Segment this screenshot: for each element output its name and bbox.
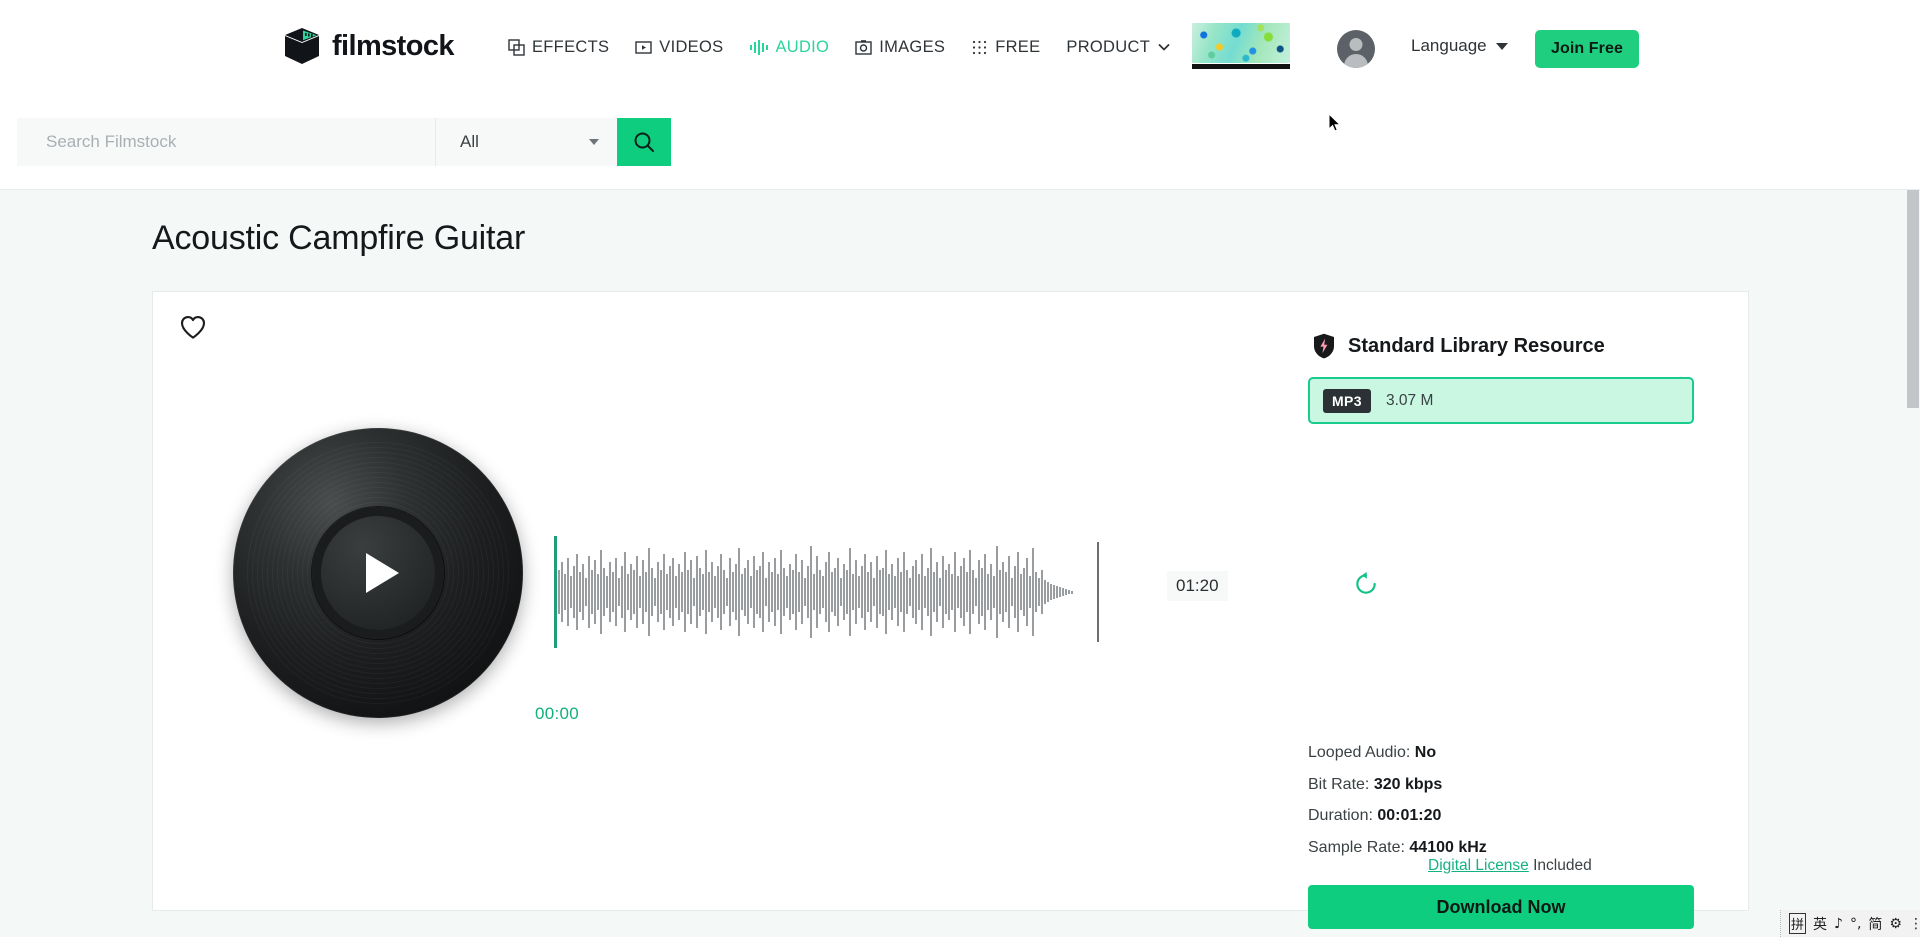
asset-detail-card: 01:20 00:00 Standard Library Resource MP…	[152, 291, 1749, 929]
audio-waveform-icon	[749, 39, 769, 56]
digital-license-link[interactable]: Digital License	[1428, 857, 1529, 874]
nav-label-videos: VIDEOS	[659, 37, 724, 56]
heart-icon[interactable]	[178, 312, 208, 342]
play-icon	[365, 553, 399, 593]
chevron-down-icon	[589, 139, 599, 145]
asset-metadata: Looped Audio: No Bit Rate: 320 kbps Dura…	[1308, 744, 1487, 870]
nav-label-effects: EFFECTS	[532, 37, 610, 56]
search-submit-button[interactable]	[617, 118, 671, 166]
metadata-label: Looped Audio:	[1308, 744, 1411, 761]
brand-name: filmstock	[332, 29, 455, 62]
metadata-row: Sample Rate: 44100 kHz	[1308, 839, 1487, 857]
ime-language-icon[interactable]: 英	[1813, 914, 1827, 934]
shield-bolt-icon	[1314, 333, 1334, 359]
format-option-mp3[interactable]: MP3 3.07 M	[1308, 377, 1694, 424]
nav-item-audio[interactable]: AUDIO	[736, 32, 842, 62]
search-icon	[634, 132, 654, 152]
nav-label-images: IMAGES	[879, 37, 946, 56]
replay-loop-icon[interactable]	[1353, 571, 1379, 597]
join-free-button[interactable]: Join Free	[1535, 30, 1639, 68]
ime-taskbar[interactable]: 拼 英 ♪ °, 简 ⚙ ⋮	[1780, 910, 1920, 937]
nav-item-videos[interactable]: VIDEOS	[622, 32, 736, 62]
nav-label-free: FREE	[995, 37, 1041, 56]
metadata-value: 44100 kHz	[1409, 838, 1487, 856]
search-category-value: All	[460, 132, 479, 151]
nav-item-product[interactable]: PRODUCT	[1053, 32, 1184, 62]
metadata-label: Duration:	[1308, 807, 1373, 825]
total-time: 01:20	[1167, 571, 1228, 601]
current-time: 00:00	[535, 704, 580, 723]
waveform-end-marker	[1097, 542, 1099, 642]
ime-punctuation-icon[interactable]: °,	[1850, 916, 1861, 932]
language-selector[interactable]: Language	[1411, 36, 1508, 56]
ime-more-icon[interactable]: ⋮	[1909, 916, 1920, 932]
search-input[interactable]	[17, 118, 435, 166]
main-nav: EFFECTS VIDEOS AUDIO IMAGES FREE PRODUCT	[495, 32, 1184, 62]
camera-icon	[855, 39, 872, 56]
filmstock-cube-icon	[285, 28, 319, 64]
resource-tier: Standard Library Resource	[1313, 333, 1605, 359]
waveform-graphic	[558, 546, 1073, 638]
nav-label-audio: AUDIO	[775, 37, 830, 56]
promo-banner[interactable]	[1192, 23, 1290, 69]
metadata-label: Sample Rate:	[1308, 838, 1405, 856]
ime-simplified-icon[interactable]: 简	[1868, 914, 1882, 934]
chevron-down-icon	[1157, 40, 1171, 54]
page-scrollbar[interactable]	[1906, 190, 1920, 937]
download-now-button[interactable]: Download Now	[1308, 885, 1694, 929]
playhead-start-marker	[554, 536, 557, 648]
page-title: Acoustic Campfire Guitar	[152, 219, 526, 257]
nav-item-effects[interactable]: EFFECTS	[495, 32, 622, 62]
search-category-select[interactable]: All	[435, 118, 617, 166]
grid-dots-icon	[971, 39, 988, 56]
search-bar-section: All	[0, 96, 1920, 190]
play-record-button[interactable]	[233, 428, 523, 718]
user-avatar[interactable]	[1337, 30, 1375, 68]
record-label	[312, 507, 444, 639]
nav-item-images[interactable]: IMAGES	[842, 32, 958, 62]
promo-banner-underline	[1192, 64, 1290, 69]
promo-banner-image	[1192, 23, 1290, 63]
metadata-row: Duration: 00:01:20	[1308, 807, 1487, 825]
license-note: Digital License Included	[1428, 857, 1592, 875]
browser-page: filmstock EFFECTS VIDEOS AUDIO IMAGES FR…	[0, 0, 1920, 937]
language-label: Language	[1411, 36, 1487, 55]
metadata-row: Looped Audio: No	[1308, 744, 1487, 762]
metadata-value: No	[1414, 744, 1437, 761]
site-header: filmstock EFFECTS VIDEOS AUDIO IMAGES FR…	[0, 0, 1920, 96]
mouse-cursor	[1328, 113, 1342, 132]
ime-settings-icon[interactable]: ⚙	[1889, 916, 1902, 932]
metadata-value: 00:01:20	[1377, 807, 1442, 825]
brand-logo[interactable]: filmstock	[283, 26, 455, 66]
video-play-icon	[635, 39, 652, 56]
effects-layers-icon	[508, 38, 525, 56]
audio-waveform[interactable]	[554, 536, 1099, 648]
nav-item-free[interactable]: FREE	[958, 32, 1053, 62]
nav-label-product: PRODUCT	[1066, 37, 1151, 56]
metadata-value: 320 kbps	[1373, 775, 1443, 793]
search-bar: All	[17, 118, 671, 166]
metadata-label: Bit Rate:	[1308, 775, 1370, 793]
ime-mode-icon[interactable]: 拼	[1789, 913, 1807, 934]
license-suffix: Included	[1533, 857, 1592, 874]
resource-tier-label: Standard Library Resource	[1348, 334, 1605, 357]
main-content: Acoustic Campfire Guitar 01:20 00:00 Sta…	[0, 190, 1906, 937]
chevron-down-icon	[1495, 42, 1508, 50]
metadata-row: Bit Rate: 320 kbps	[1308, 776, 1487, 794]
format-size: 3.07 M	[1386, 391, 1434, 409]
scrollbar-thumb[interactable]	[1907, 190, 1919, 408]
ime-tone-icon[interactable]: ♪	[1834, 916, 1843, 932]
format-chip: MP3	[1323, 388, 1371, 413]
